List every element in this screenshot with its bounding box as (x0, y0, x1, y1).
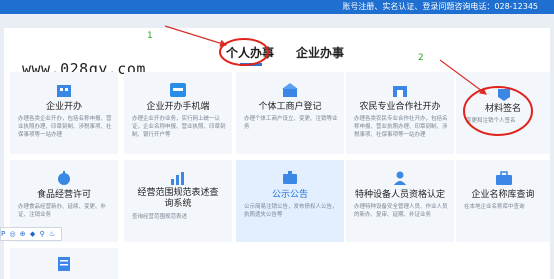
annotation-arrow-2 (439, 59, 487, 95)
highlight-circle-1 (219, 38, 269, 66)
highlight-circle-2 (463, 86, 533, 136)
annotation-overlay (164, 25, 533, 136)
annotation-arrow-1 (164, 25, 228, 47)
